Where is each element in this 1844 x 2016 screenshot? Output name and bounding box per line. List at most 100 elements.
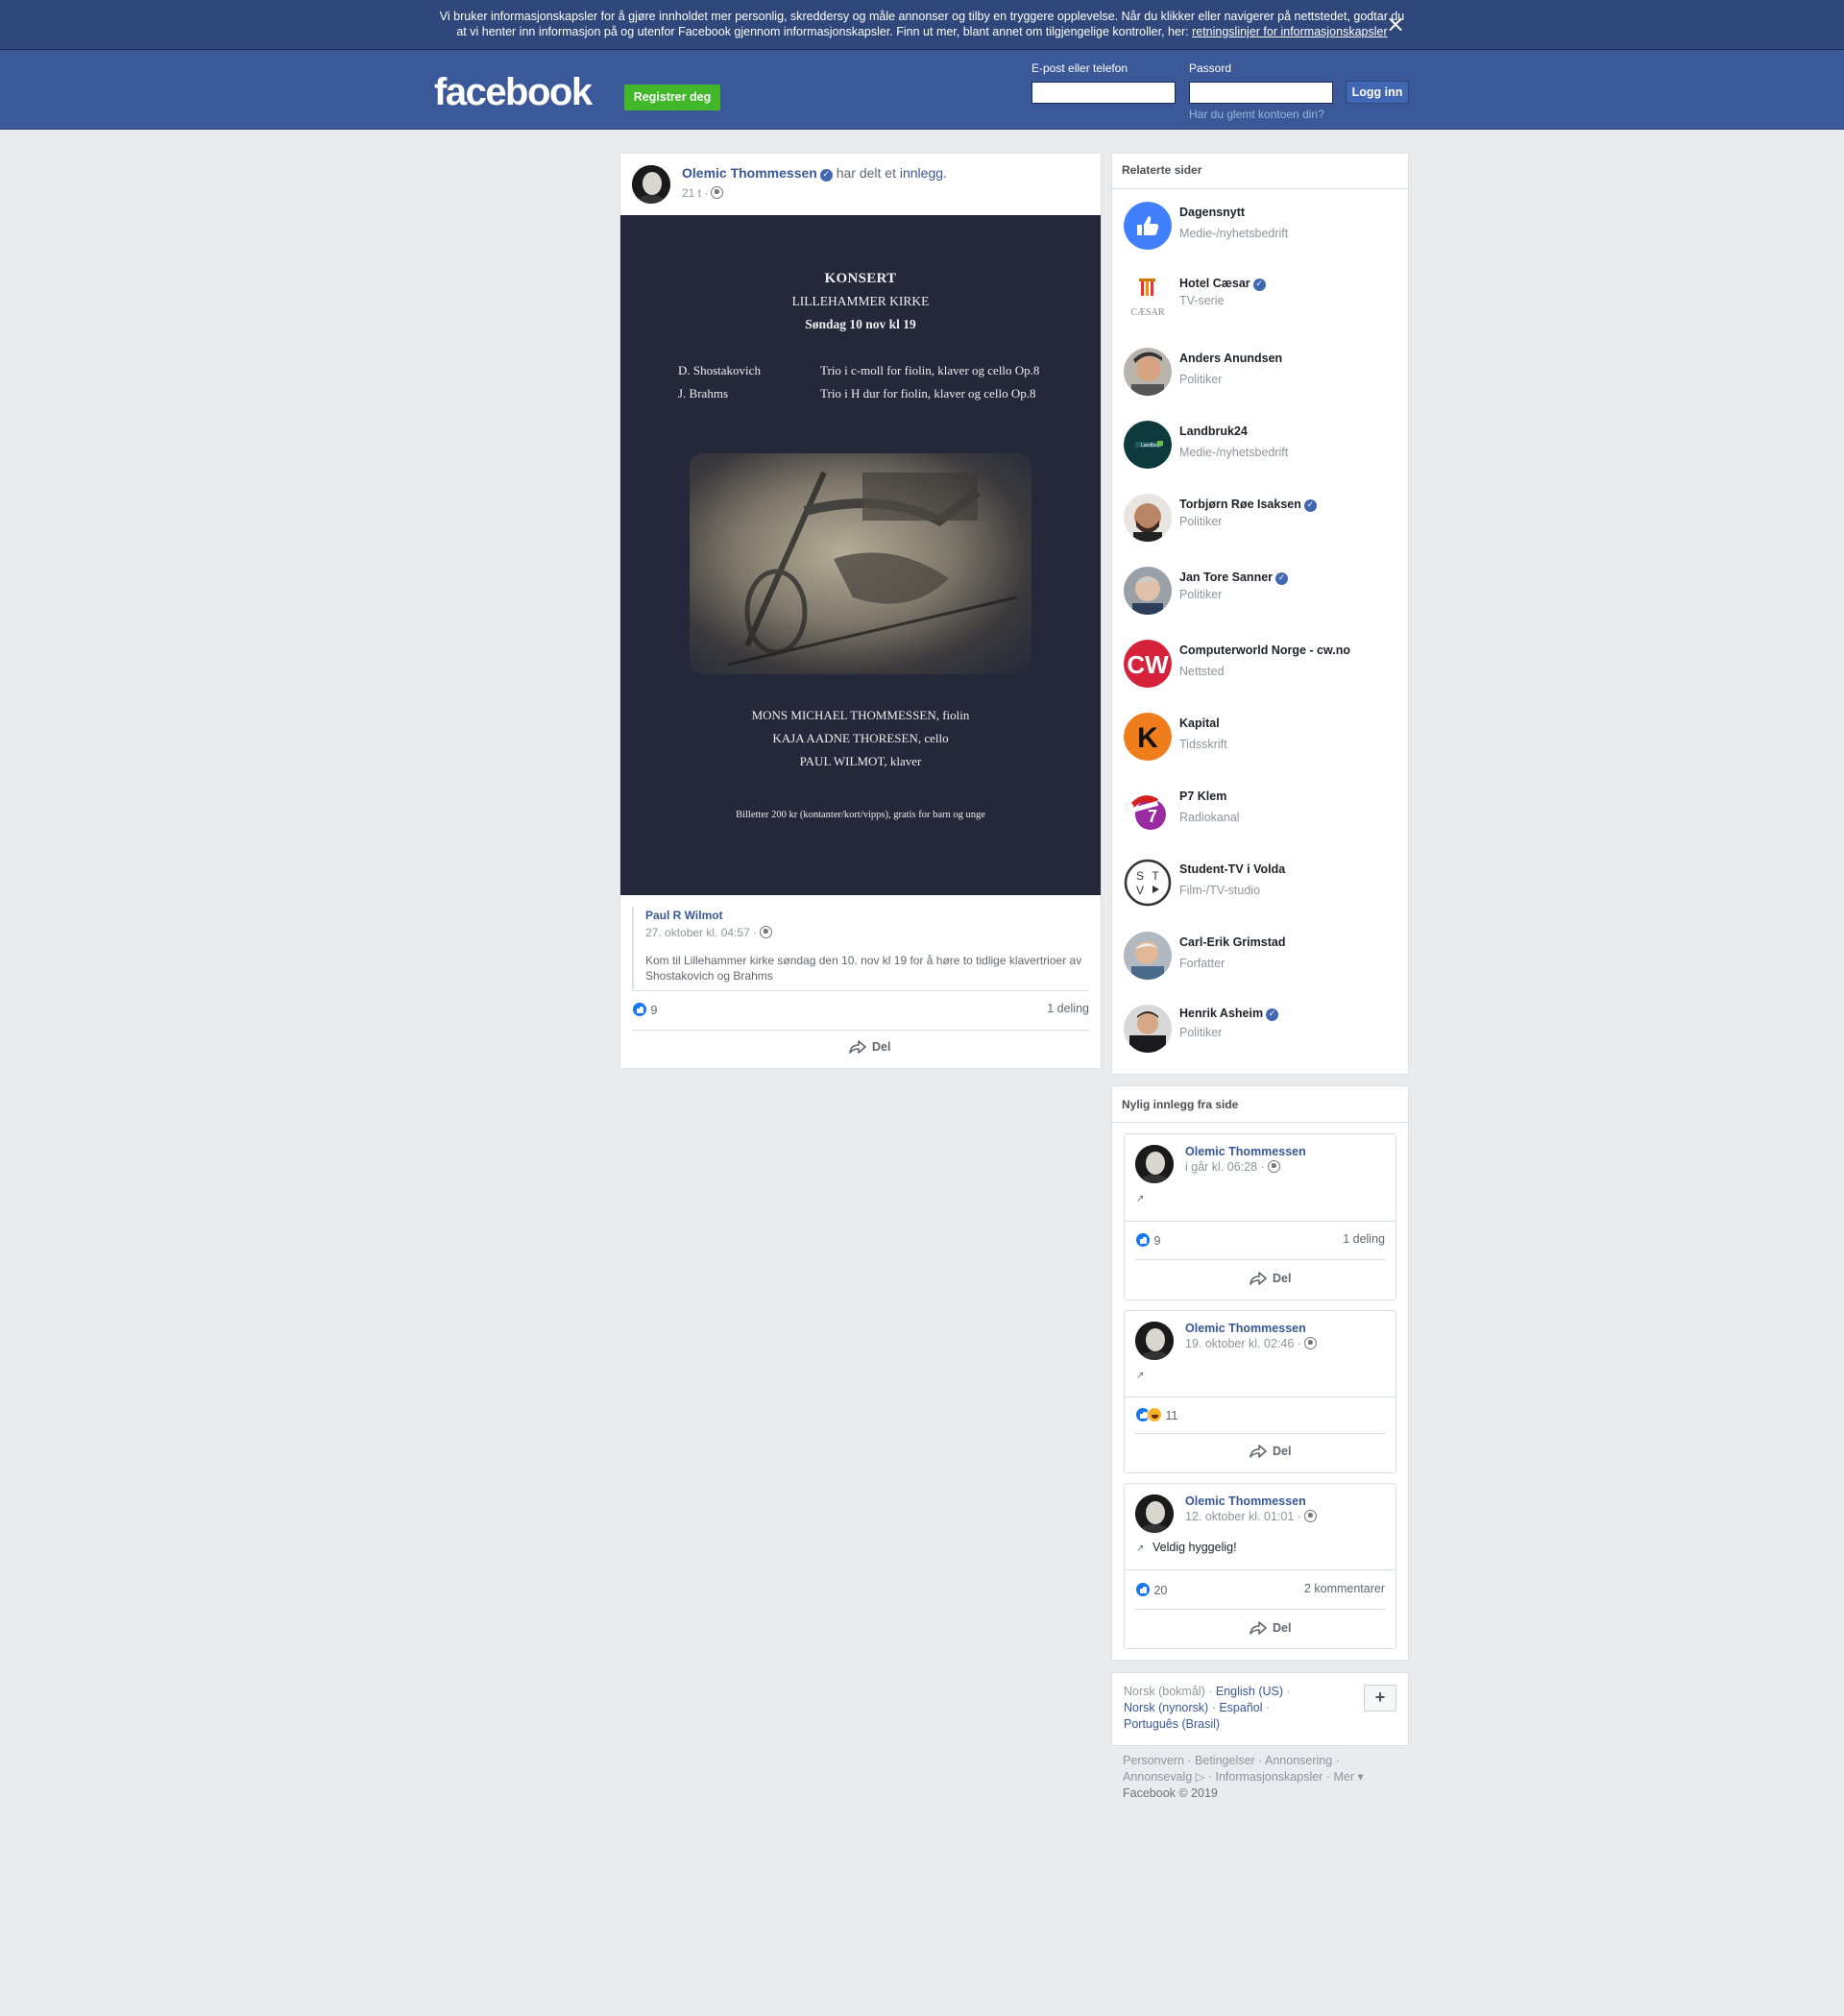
register-button[interactable]: Registrer deg — [624, 85, 720, 110]
footer-more-link[interactable]: Mer — [1333, 1770, 1354, 1784]
verified-icon: ✓ — [1275, 572, 1289, 585]
related-page-item[interactable]: STV Student-TV i Volda Film-/TV-studio — [1124, 859, 1402, 912]
related-page-item[interactable]: Landbruk Landbruk24 Medie-/nyhetsbedrift — [1124, 421, 1402, 474]
divider — [1112, 1122, 1408, 1123]
related-page-item[interactable]: Anders Anundsen Politiker — [1124, 348, 1402, 401]
globe-icon — [1303, 1510, 1317, 1522]
separator: · — [1262, 1701, 1271, 1714]
cookie-policy-link[interactable]: retningslinjer for informasjonskapsler — [1192, 25, 1388, 38]
page-avatar — [1124, 932, 1172, 980]
page-name: Kapital — [1179, 717, 1220, 730]
page-name-row: Hotel Cæsar ✓ — [1179, 277, 1266, 291]
related-page-item[interactable]: Henrik Asheim ✓ Politiker — [1124, 1005, 1402, 1058]
comment-count[interactable]: 2 kommentarer — [1304, 1582, 1385, 1595]
shared-post-link[interactable]: innlegg. — [900, 165, 947, 181]
share-button[interactable]: Del — [1250, 1620, 1291, 1636]
language-link[interactable]: Español — [1219, 1701, 1262, 1714]
related-page-item[interactable]: Jan Tore Sanner ✓ Politiker — [1124, 567, 1402, 620]
footer-link[interactable]: Betingelser — [1195, 1754, 1255, 1767]
author-name[interactable]: Olemic Thommessen — [1185, 1145, 1306, 1158]
divider — [1135, 1609, 1385, 1610]
author-avatar[interactable] — [1135, 1145, 1174, 1183]
post-time: 12. oktober kl. 01:01 · — [1185, 1510, 1301, 1523]
more-languages-button[interactable]: + — [1364, 1685, 1396, 1712]
footer-links: Personvern · Betingelser · Annonsering ·… — [1123, 1753, 1401, 1802]
related-page-item[interactable]: CÆSAR Hotel Cæsar ✓ TV-serie — [1124, 275, 1402, 328]
page-name: Jan Tore Sanner — [1179, 571, 1274, 584]
forgot-account-link[interactable]: Har du glemt kontoen din? — [1189, 108, 1324, 121]
footer-link[interactable]: Annonsevalg — [1123, 1770, 1192, 1784]
shared-post-icon: ↗ — [1136, 1543, 1145, 1554]
reaction-count[interactable]: 9 — [1135, 1232, 1160, 1248]
page-category: Politiker — [1179, 1026, 1223, 1039]
related-page-item[interactable]: 7 P7 Klem Radiokanal — [1124, 786, 1402, 839]
share-button[interactable]: Del — [1250, 1271, 1291, 1286]
quoted-author[interactable]: Paul R Wilmot — [645, 909, 723, 922]
like-reaction-icon — [1135, 1232, 1151, 1248]
language-link[interactable]: English (US) — [1216, 1685, 1283, 1698]
page-name: Carl-Erik Grimstad — [1179, 935, 1286, 949]
haha-reaction-icon — [1147, 1407, 1162, 1422]
post-time-row: 12. oktober kl. 01:01 · — [1185, 1510, 1317, 1523]
svg-text:S: S — [1136, 869, 1144, 883]
reaction-count[interactable]: 9 — [632, 1002, 657, 1017]
share-icon — [1250, 1445, 1267, 1458]
page-name: Computerworld Norge - cw.no — [1179, 644, 1351, 657]
close-icon[interactable]: × — [1383, 12, 1408, 36]
page-name: Student-TV i Volda — [1179, 862, 1286, 876]
share-icon — [1250, 1272, 1267, 1285]
reaction-count[interactable]: 20 — [1135, 1582, 1167, 1597]
email-field[interactable] — [1031, 82, 1176, 104]
shared-post-icon: ↗ — [1136, 1371, 1145, 1381]
poster-composer: D. Shostakovich — [678, 363, 761, 377]
globe-icon — [1267, 1160, 1280, 1173]
reaction-count[interactable]: 11 — [1135, 1407, 1177, 1422]
quoted-time-row: 27. oktober kl. 04:57 · — [645, 926, 1089, 939]
language-link[interactable]: Português (Brasil) — [1124, 1717, 1220, 1731]
author-name[interactable]: Olemic Thommessen — [1185, 1322, 1306, 1335]
footer-link[interactable]: Annonsering — [1265, 1754, 1332, 1767]
related-page-item[interactable]: K Kapital Tidsskrift — [1124, 713, 1402, 766]
page-category: TV-serie — [1179, 294, 1225, 307]
related-page-item[interactable]: Carl-Erik Grimstad Forfatter — [1124, 932, 1402, 985]
share-label: Del — [1273, 1272, 1292, 1285]
language-link[interactable]: Norsk (nynorsk) — [1124, 1701, 1208, 1714]
related-page-item[interactable]: CW Computerworld Norge - cw.no Nettsted — [1124, 640, 1402, 693]
author-name[interactable]: Olemic Thommessen — [1185, 1494, 1306, 1508]
recent-post: Olemic Thommessen i går kl. 06:28 · ↗ 9 … — [1124, 1133, 1396, 1300]
password-field[interactable] — [1189, 82, 1333, 104]
author-avatar[interactable] — [1135, 1322, 1174, 1360]
quoted-time: 27. oktober kl. 04:57 · — [645, 926, 758, 939]
page-category: Politiker — [1179, 515, 1223, 528]
share-button[interactable]: Del — [1250, 1444, 1291, 1459]
post-time[interactable]: 21 t · — [682, 186, 708, 200]
facebook-logo[interactable]: facebook — [434, 71, 593, 114]
divider — [632, 1030, 1089, 1031]
post-time-row: i går kl. 06:28 · — [1185, 1160, 1280, 1174]
email-label: E-post eller telefon — [1031, 61, 1128, 75]
recent-post: Olemic Thommessen 12. oktober kl. 01:01 … — [1124, 1483, 1396, 1649]
author-avatar[interactable] — [632, 165, 670, 204]
share-button[interactable]: Del — [849, 1039, 890, 1055]
concert-poster[interactable]: KONSERT LILLEHAMMER KIRKE Søndag 10 nov … — [620, 215, 1101, 895]
author-avatar[interactable] — [1135, 1494, 1174, 1533]
ad-choices-icon: ▷ — [1192, 1770, 1205, 1784]
share-count[interactable]: 1 deling — [1047, 1002, 1089, 1015]
shared-post-icon: ↗ — [1136, 1194, 1145, 1204]
page-avatar — [1124, 348, 1172, 396]
divider — [1112, 188, 1408, 189]
author-name[interactable]: Olemic Thommessen — [682, 165, 817, 181]
page-avatar — [1124, 202, 1172, 250]
like-reaction-icon — [1135, 1582, 1151, 1597]
related-page-item[interactable]: Dagensnytt Medie-/nyhetsbedrift — [1124, 202, 1402, 255]
page-category: Politiker — [1179, 588, 1223, 601]
related-page-item[interactable]: Torbjørn Røe Isaksen ✓ Politiker — [1124, 494, 1402, 547]
footer-link[interactable]: Informasjonskapsler — [1215, 1770, 1322, 1784]
page-avatar — [1124, 494, 1172, 542]
login-button[interactable]: Logg inn — [1346, 81, 1409, 104]
svg-text:V: V — [1136, 884, 1144, 897]
share-count[interactable]: 1 deling — [1343, 1232, 1385, 1246]
poster-work: Trio i H dur for fiolin, klaver og cello… — [820, 386, 1036, 401]
footer-link[interactable]: Personvern — [1123, 1754, 1184, 1767]
p7-klem-logo: 7 — [1124, 786, 1172, 834]
